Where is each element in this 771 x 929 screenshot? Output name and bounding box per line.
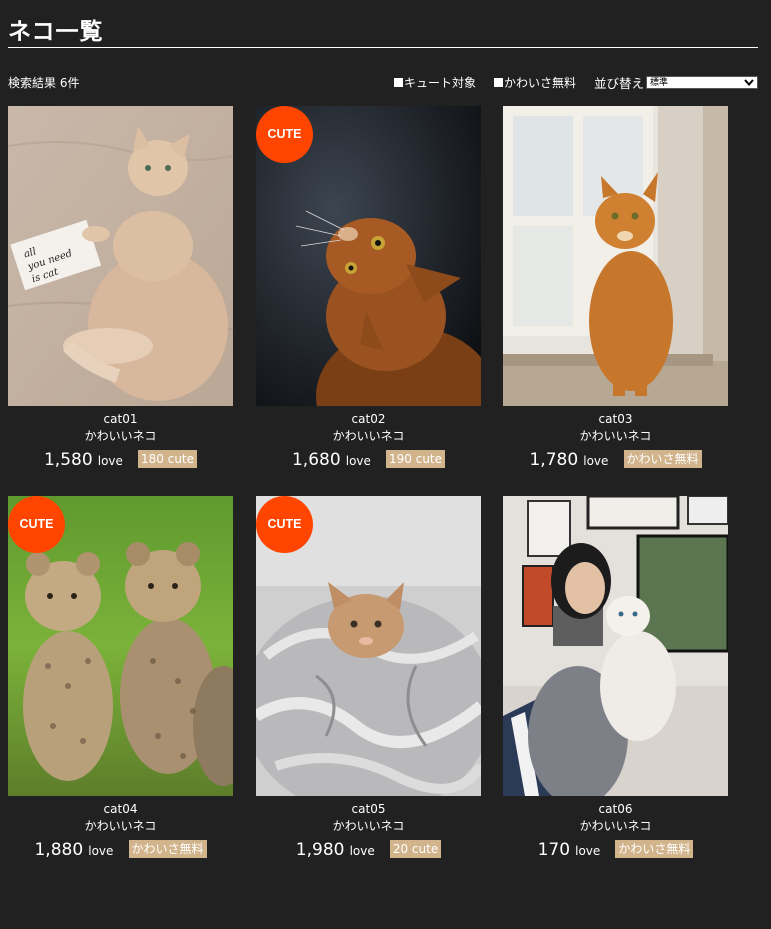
cat-meta: 1,880 love かわいさ無料	[8, 840, 233, 860]
title-divider	[8, 47, 758, 48]
sort-label: 並び替え	[594, 76, 645, 91]
love-unit: love	[97, 454, 123, 468]
cat-meta: 1,580 love 180 cute	[8, 450, 233, 470]
love-count: 1,980	[295, 840, 345, 860]
cat-photo[interactable]: CUTE	[8, 496, 233, 796]
cat-photo[interactable]	[503, 106, 728, 406]
cat-description: かわいいネコ	[332, 429, 405, 443]
cat-description: かわいいネコ	[579, 819, 652, 833]
cute-tag: 190 cute	[386, 450, 446, 468]
cat-meta: 170 love かわいさ無料	[503, 840, 728, 860]
cute-badge: CUTE	[256, 106, 313, 163]
filter-free-checkbox[interactable]: かわいさ無料	[494, 74, 576, 91]
cute-tag: 20 cute	[389, 840, 442, 858]
cat-photo[interactable]: CUTE	[256, 496, 481, 796]
cat-photo[interactable]	[503, 496, 728, 796]
cute-badge: CUTE	[256, 496, 313, 553]
love-unit: love	[345, 454, 371, 468]
love-count: 1,680	[291, 450, 341, 470]
cat-name[interactable]: cat01	[8, 412, 233, 429]
filter-free-label: かわいさ無料	[504, 76, 577, 90]
cat-name[interactable]: cat06	[503, 802, 728, 819]
cat-photo-image	[503, 106, 728, 406]
cat-card[interactable]: CUTE cat04 かわいいネコ 1,880 love かわいさ無料	[8, 496, 233, 860]
cat-description: かわいいネコ	[84, 429, 157, 443]
toolbar: 検索結果 6件 キュート対象 かわいさ無料 並び替え 標準	[8, 73, 758, 91]
cat-photo[interactable]: all you need is cat	[8, 106, 233, 406]
love-unit: love	[575, 844, 601, 858]
cat-photo-image: all you need is cat	[8, 106, 233, 406]
checkbox-icon	[394, 78, 403, 87]
free-tag: かわいさ無料	[615, 840, 694, 858]
cat-card[interactable]: CUTE cat05 かわいいネコ 1,980 love 20 cute	[256, 496, 481, 860]
love-unit: love	[349, 844, 375, 858]
cat-meta: 1,980 love 20 cute	[256, 840, 481, 860]
cat-meta: 1,680 love 190 cute	[256, 450, 481, 470]
page-title: ネコ一覧	[8, 19, 104, 45]
cat-card[interactable]: all you need is cat cat01 かわいいネコ 1,580 l…	[8, 106, 233, 470]
cute-badge: CUTE	[8, 496, 65, 553]
cat-name[interactable]: cat03	[503, 412, 728, 429]
cat-name[interactable]: cat04	[8, 802, 233, 819]
love-count: 170	[537, 840, 571, 860]
chevron-down-icon	[744, 79, 754, 87]
love-unit: love	[583, 454, 609, 468]
cat-description: かわいいネコ	[579, 429, 652, 443]
cat-meta: 1,780 love かわいさ無料	[503, 450, 728, 470]
cute-tag: 180 cute	[138, 450, 198, 468]
filter-cute-checkbox[interactable]: キュート対象	[394, 74, 476, 91]
sort-select[interactable]: 標準	[646, 76, 758, 89]
love-count: 1,580	[43, 450, 93, 470]
free-tag: かわいさ無料	[128, 840, 207, 858]
cat-description: かわいいネコ	[84, 819, 157, 833]
free-tag: かわいさ無料	[623, 450, 702, 468]
cat-name[interactable]: cat02	[256, 412, 481, 429]
filter-cute-label: キュート対象	[404, 76, 477, 90]
cat-description: かわいいネコ	[332, 819, 405, 833]
checkbox-icon	[494, 78, 503, 87]
love-count: 1,880	[34, 840, 84, 860]
cat-card[interactable]: cat03 かわいいネコ 1,780 love かわいさ無料	[503, 106, 728, 470]
cat-card[interactable]: cat06 かわいいネコ 170 love かわいさ無料	[503, 496, 728, 860]
cat-name[interactable]: cat05	[256, 802, 481, 819]
love-count: 1,780	[529, 450, 579, 470]
cat-photo-image	[503, 496, 728, 796]
cat-card[interactable]: CUTE cat02 かわいいネコ 1,680 love 190 cute	[256, 106, 481, 470]
sort-selected-value: 標準	[650, 78, 669, 88]
result-count: 検索結果 6件	[8, 76, 80, 90]
love-unit: love	[88, 844, 114, 858]
cat-photo[interactable]: CUTE	[256, 106, 481, 406]
